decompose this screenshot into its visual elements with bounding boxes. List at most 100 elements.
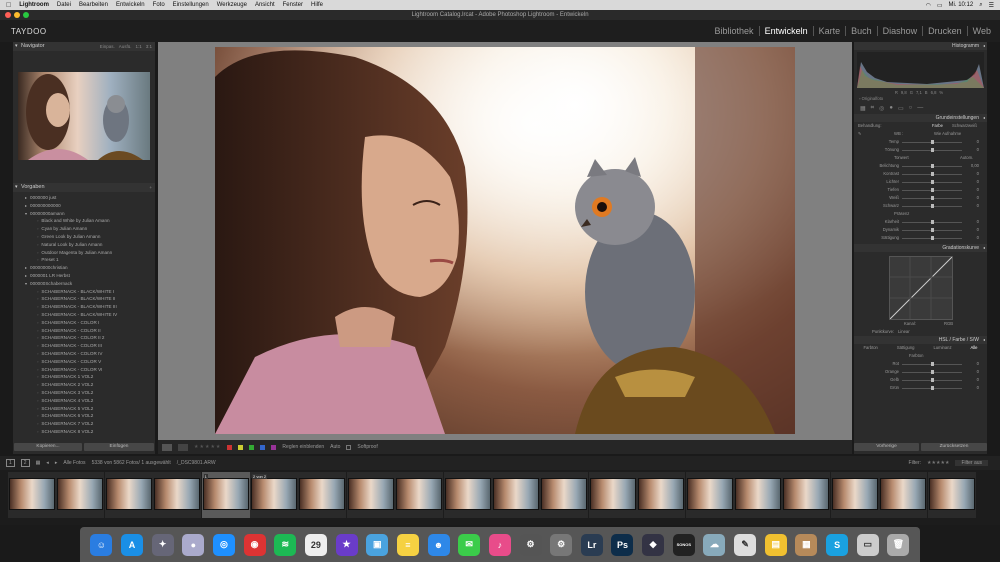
filmstrip-thumbnail[interactable]: [831, 478, 878, 510]
slider-dynamik[interactable]: Dynamik 0: [854, 226, 987, 234]
slider-knob[interactable]: [930, 188, 934, 192]
preset-item[interactable]: SCHABERNACK - COLOR I: [13, 319, 155, 327]
preset-item[interactable]: SCHABERNACK - COLOR II: [13, 327, 155, 335]
preset-item[interactable]: SCHABERNACK - COLOR II 2: [13, 334, 155, 342]
itunes-icon[interactable]: ♪: [488, 533, 511, 556]
navigator-header[interactable]: ▾ Navigator Einpas. Ausfü. 1:1 3:1: [13, 42, 155, 51]
filter-select[interactable]: Filter aus: [955, 460, 988, 466]
slider-value[interactable]: 0: [977, 234, 979, 242]
filmstrip-thumbnail[interactable]: [541, 478, 588, 510]
grid-view-icon[interactable]: ▦: [36, 460, 41, 466]
slider-lichter[interactable]: Lichter 0: [854, 178, 987, 186]
lightroom-icon[interactable]: Lr: [580, 533, 603, 556]
imovie-icon[interactable]: ★: [335, 533, 358, 556]
slider-sättigung[interactable]: Sättigung 0: [854, 234, 987, 242]
reset-button[interactable]: Zurücksetzen: [921, 443, 987, 451]
menu-app-name[interactable]: Lightroom: [19, 2, 49, 8]
monitor-2-icon[interactable]: 2: [20, 459, 30, 467]
navigator-zoom-option[interactable]: 1:1: [135, 42, 141, 51]
wb-select[interactable]: Wie Aufnahme: [934, 130, 961, 138]
preset-item[interactable]: Black and White by Julian Amann: [13, 217, 155, 225]
slider-value[interactable]: 0: [977, 138, 979, 146]
basic-header[interactable]: Grundeinstellungen: [854, 114, 987, 122]
filmstrip-thumbnail[interactable]: [299, 478, 346, 510]
filmstrip-thumbnail[interactable]: [251, 478, 297, 510]
photoshop-icon[interactable]: Ps: [611, 533, 634, 556]
trash-icon[interactable]: 🗑: [887, 533, 910, 556]
menu-item[interactable]: Entwickeln: [116, 2, 145, 8]
wb-picker-icon[interactable]: ✎: [858, 130, 862, 138]
module-karte[interactable]: Karte: [812, 26, 846, 36]
monitor-1-icon[interactable]: 1: [6, 459, 15, 467]
slider-grün[interactable]: Grün 0: [854, 384, 987, 392]
menu-item[interactable]: Datei: [57, 2, 71, 8]
slider-knob[interactable]: [930, 164, 934, 168]
preset-item[interactable]: SCHABERNACK - BLACK/WHITE IV: [13, 311, 155, 319]
color-label-red-icon[interactable]: [227, 444, 233, 450]
hsl-tab-sättigung[interactable]: Sättigung: [897, 344, 915, 352]
filmstrip-cell[interactable]: [395, 472, 444, 518]
clock[interactable]: Mi. 10:12: [949, 2, 974, 8]
apple-icon[interactable]: : [6, 2, 11, 9]
copy-settings-button[interactable]: Kopieren...: [14, 443, 82, 451]
filmstrip-thumbnail[interactable]: [686, 478, 733, 510]
preset-item[interactable]: SCHABERNACK 1 VOL2: [13, 373, 155, 381]
slider-value[interactable]: 0: [977, 226, 979, 234]
crop-tool-icon[interactable]: ⌗: [871, 105, 874, 112]
slider-rot[interactable]: Rot 0: [854, 360, 987, 368]
navigator-zoom-option[interactable]: Ausfü.: [119, 42, 132, 51]
filmstrip-cell[interactable]: [492, 472, 540, 518]
preset-item[interactable]: SCHABERNACK - BLACK/WHITE III: [13, 303, 155, 311]
radial-filter-icon[interactable]: ○: [909, 105, 913, 111]
minimize-window-button[interactable]: [14, 12, 20, 18]
filmstrip-thumbnail[interactable]: [493, 478, 539, 510]
preset-item[interactable]: SCHABERNACK - BLACK/WHITE I: [13, 288, 155, 296]
slider-schwarz[interactable]: Schwarz 0: [854, 202, 987, 210]
slider-knob[interactable]: [930, 370, 934, 374]
preview-icon[interactable]: ▣: [366, 533, 389, 556]
filmstrip-cell[interactable]: [637, 472, 686, 518]
preset-folder[interactable]: 000000000000: [13, 202, 155, 210]
slider-value[interactable]: 0: [977, 218, 979, 226]
slider-value[interactable]: 0: [977, 194, 979, 202]
auto-label[interactable]: Auto: [330, 444, 340, 450]
system-prefs-icon[interactable]: ⚙: [550, 533, 573, 556]
slider-value[interactable]: 0: [977, 178, 979, 186]
filmstrip-cell[interactable]: 2 von 2: [250, 472, 298, 518]
tone-curve[interactable]: [889, 256, 953, 320]
menu-item[interactable]: Fenster: [283, 2, 303, 8]
module-buch[interactable]: Buch: [845, 26, 877, 36]
chrome-icon[interactable]: ◉: [243, 533, 266, 556]
slider-knob[interactable]: [930, 140, 934, 144]
slider-value[interactable]: 0: [977, 376, 979, 384]
filmstrip-cell[interactable]: [927, 472, 976, 518]
treatment-color-option[interactable]: Farbe: [932, 122, 943, 130]
brush-icon[interactable]: —: [917, 105, 923, 111]
filmstrip-cell[interactable]: 1: [201, 472, 250, 518]
slider-knob[interactable]: [930, 236, 934, 240]
menu-item[interactable]: Hilfe: [311, 2, 323, 8]
channel-select[interactable]: RGB: [944, 320, 953, 328]
slider-value[interactable]: 0,00: [971, 162, 979, 170]
filmstrip-cell[interactable]: [685, 472, 734, 518]
preset-item[interactable]: Cyan by Julian Amann: [13, 225, 155, 233]
photos-folder-icon[interactable]: ▦: [795, 533, 818, 556]
preset-item[interactable]: Outdoor Magenta by Julian Amann: [13, 249, 155, 257]
slider-knob[interactable]: [930, 378, 934, 382]
slider-value[interactable]: 0: [977, 186, 979, 194]
filmstrip-cell[interactable]: [8, 472, 56, 518]
module-web[interactable]: Web: [966, 26, 996, 36]
add-preset-icon[interactable]: +: [149, 183, 152, 192]
skype-icon[interactable]: S: [826, 533, 849, 556]
slider-gelb[interactable]: Gelb 0: [854, 376, 987, 384]
back-icon[interactable]: ◂: [46, 460, 49, 466]
slider-klarheit[interactable]: Klarheit 0: [854, 218, 987, 226]
preset-folder[interactable]: 0000000 just: [13, 194, 155, 202]
messages-icon[interactable]: ✉: [458, 533, 481, 556]
filmstrip-thumbnail[interactable]: [880, 478, 927, 510]
filmstrip-thumbnail[interactable]: [928, 478, 975, 510]
filmstrip-thumbnail[interactable]: [9, 478, 55, 510]
preset-item[interactable]: SCHABERNACK - COLOR V: [13, 358, 155, 366]
filmstrip-thumbnail[interactable]: [154, 478, 201, 510]
main-photo[interactable]: [215, 47, 795, 434]
